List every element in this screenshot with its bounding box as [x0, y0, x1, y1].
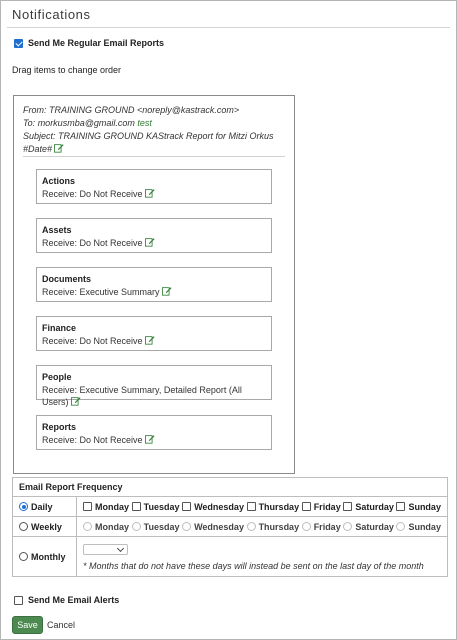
section-receive: Receive: Executive Summary: [42, 286, 266, 298]
day-label: Tuesday: [143, 521, 180, 532]
section-receive: Receive: Do Not Receive: [42, 434, 266, 446]
email-to: To: morkusmba@gmail.com test: [23, 117, 294, 130]
edit-icon[interactable]: [144, 188, 155, 198]
edit-icon[interactable]: [144, 434, 155, 444]
email-test-link[interactable]: test: [137, 118, 152, 128]
email-to-address: morkusmba@gmail.com: [37, 118, 135, 128]
edit-icon[interactable]: [54, 143, 64, 153]
email-preview: From: TRAINING GROUND <noreply@kastrack.…: [13, 95, 295, 474]
day-label: Thursday: [258, 521, 300, 532]
section-receive: Receive: Executive Summary, Detailed Rep…: [42, 384, 266, 408]
regular-reports-checkbox[interactable]: [14, 38, 23, 48]
frequency-table: Email Report Frequency Daily Monday Tues…: [12, 477, 448, 577]
weekly-friday-radio[interactable]: [301, 522, 311, 531]
frequency-heading: Email Report Frequency: [12, 477, 448, 497]
section-receive-text: Receive: Executive Summary: [42, 287, 160, 297]
email-subject: Subject: TRAINING GROUND KAStrack Report…: [23, 130, 294, 156]
daily-thursday-checkbox[interactable]: [246, 502, 256, 511]
weekly-days: Monday Tuesday Wednesday Thursday Friday…: [76, 516, 448, 537]
daily-option[interactable]: Daily: [12, 496, 77, 517]
day-label: Thursday: [258, 501, 300, 512]
day-label: Saturday: [355, 521, 394, 532]
section-receive: Receive: Do Not Receive: [42, 335, 266, 347]
monthly-radio[interactable]: [19, 552, 28, 561]
section-card-finance[interactable]: Finance Receive: Do Not Receive: [36, 316, 272, 351]
section-card-people[interactable]: People Receive: Executive Summary, Detai…: [36, 365, 272, 407]
page-title: Notifications: [12, 7, 91, 22]
section-card-documents[interactable]: Documents Receive: Executive Summary: [36, 267, 272, 302]
day-label: Sunday: [408, 521, 441, 532]
weekly-tuesday-radio[interactable]: [131, 522, 141, 531]
edit-icon[interactable]: [161, 286, 172, 296]
weekly-wednesday-radio[interactable]: [182, 522, 192, 531]
day-label: Monday: [95, 501, 130, 512]
regular-reports-label: Send Me Regular Email Reports: [28, 38, 165, 48]
section-title: Finance: [42, 323, 77, 333]
day-label: Wednesday: [194, 501, 244, 512]
section-receive: Receive: Do Not Receive: [42, 237, 266, 249]
daily-days: Monday Tuesday Wednesday Thursday Friday…: [76, 496, 448, 517]
notifications-panel: Notifications Send Me Regular Email Repo…: [0, 0, 457, 640]
daily-sunday-checkbox[interactable]: [396, 502, 406, 511]
weekly-label: Weekly: [31, 521, 62, 532]
monthly-label: Monthly: [31, 551, 66, 562]
daily-tuesday-checkbox[interactable]: [131, 502, 141, 511]
daily-radio[interactable]: [19, 502, 28, 511]
day-label: Sunday: [408, 501, 441, 512]
day-label: Tuesday: [143, 501, 180, 512]
email-header: From: TRAINING GROUND <noreply@kastrack.…: [23, 104, 294, 156]
weekly-sunday-radio[interactable]: [396, 522, 406, 531]
section-receive-text: Receive: Do Not Receive: [42, 189, 143, 199]
section-receive-text: Receive: Do Not Receive: [42, 435, 143, 445]
email-from: From: TRAINING GROUND <noreply@kastrack.…: [23, 105, 240, 115]
cancel-button[interactable]: Cancel: [47, 620, 75, 630]
day-label: Saturday: [355, 501, 394, 512]
daily-monday-checkbox[interactable]: [83, 502, 92, 511]
weekly-thursday-radio[interactable]: [246, 522, 256, 531]
day-label: Friday: [313, 501, 341, 512]
monthly-settings: * Months that do not have these days wil…: [76, 536, 448, 577]
section-title: Documents: [42, 274, 92, 284]
weekly-radio[interactable]: [19, 522, 28, 531]
header-divider: [23, 156, 285, 157]
section-card-assets[interactable]: Assets Receive: Do Not Receive: [36, 218, 272, 253]
section-title: Assets: [42, 225, 72, 235]
email-alerts-row: Send Me Email Alerts: [14, 595, 119, 605]
daily-wednesday-checkbox[interactable]: [182, 502, 192, 511]
daily-label: Daily: [31, 501, 53, 512]
section-title: Reports: [42, 422, 77, 432]
day-label: Monday: [95, 521, 130, 532]
monthly-day-select[interactable]: [83, 543, 128, 555]
weekly-saturday-radio[interactable]: [343, 522, 353, 531]
section-receive-text: Receive: Do Not Receive: [42, 238, 143, 248]
section-title: People: [42, 372, 72, 382]
section-receive-text: Receive: Do Not Receive: [42, 336, 143, 346]
monthly-note: * Months that do not have these days wil…: [83, 560, 424, 571]
drag-hint: Drag items to change order: [12, 65, 122, 75]
edit-icon[interactable]: [144, 237, 155, 247]
monthly-option[interactable]: Monthly: [12, 536, 77, 577]
email-alerts-checkbox[interactable]: [14, 595, 23, 605]
email-to-prefix: To:: [23, 118, 38, 128]
weekly-option[interactable]: Weekly: [12, 516, 77, 537]
email-alerts-label: Send Me Email Alerts: [28, 595, 120, 605]
edit-icon[interactable]: [144, 335, 155, 345]
edit-icon[interactable]: [70, 396, 81, 406]
section-title: Actions: [42, 176, 76, 186]
section-card-actions[interactable]: Actions Receive: Do Not Receive: [36, 169, 272, 204]
regular-reports-row: Send Me Regular Email Reports: [14, 38, 164, 48]
save-button[interactable]: Save: [12, 616, 43, 634]
section-card-reports[interactable]: Reports Receive: Do Not Receive: [36, 415, 272, 450]
weekly-monday-radio[interactable]: [83, 522, 92, 531]
title-divider: [7, 27, 450, 28]
section-receive: Receive: Do Not Receive: [42, 188, 266, 200]
daily-saturday-checkbox[interactable]: [343, 502, 353, 511]
day-label: Friday: [313, 521, 341, 532]
daily-friday-checkbox[interactable]: [301, 502, 311, 511]
day-label: Wednesday: [194, 521, 244, 532]
